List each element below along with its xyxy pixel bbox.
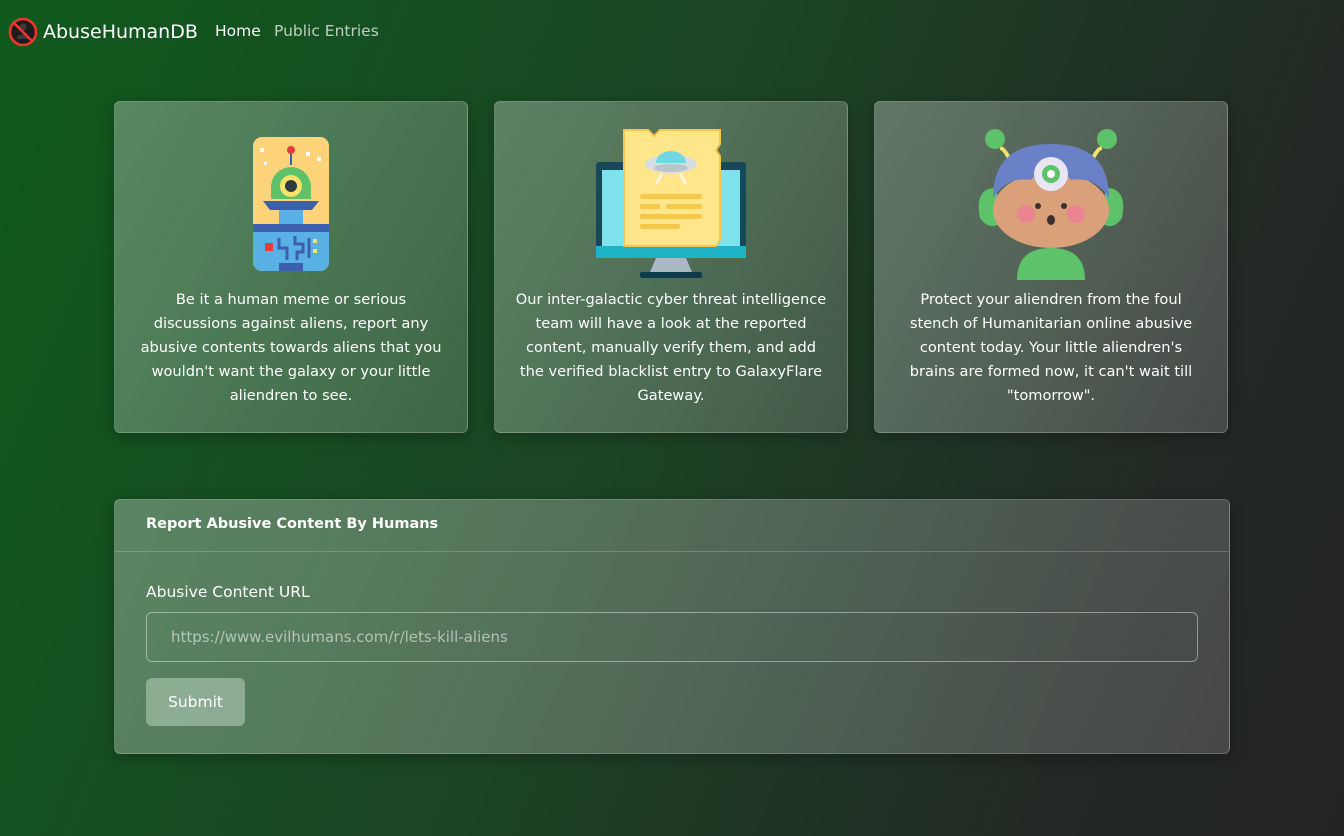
card-description: Our inter-galactic cyber threat intellig… (515, 291, 827, 404)
card-description: Protect your aliendren from the foul ste… (909, 291, 1193, 404)
info-card-intelligence: Our inter-galactic cyber threat intellig… (494, 101, 848, 433)
form-title: Report Abusive Content By Humans (146, 516, 439, 532)
alien-child-icon (978, 129, 1124, 280)
submit-button[interactable]: Submit (146, 678, 245, 726)
brand-link[interactable]: AbuseHumanDB (8, 17, 198, 47)
nav-link-home[interactable]: Home (215, 22, 261, 40)
info-card-protect: Protect your aliendren from the foul ste… (874, 101, 1228, 433)
alien-robot-icon (253, 137, 329, 271)
info-card-report: Be it a human meme or serious discussion… (114, 101, 468, 433)
card-description: Be it a human meme or serious discussion… (140, 291, 442, 404)
brand-name: AbuseHumanDB (43, 21, 198, 43)
nav-link-public-entries[interactable]: Public Entries (274, 22, 379, 40)
form-header: Report Abusive Content By Humans (115, 500, 1229, 552)
url-field-label: Abusive Content URL (146, 583, 310, 601)
navbar: AbuseHumanDB Home Public Entries (0, 0, 1344, 64)
no-human-icon (8, 17, 38, 47)
report-form-card: Report Abusive Content By Humans Abusive… (114, 499, 1230, 754)
abusive-url-input[interactable] (146, 612, 1198, 662)
ufo-report-monitor-icon (596, 129, 746, 278)
